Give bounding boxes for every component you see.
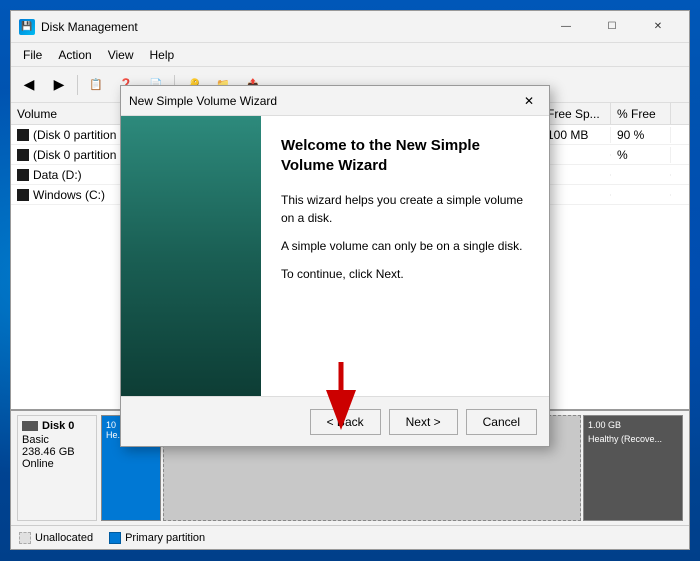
next-button[interactable]: Next > (389, 409, 458, 435)
wizard-text-3: To continue, click Next. (281, 265, 529, 283)
window-controls: — ☐ ✕ (543, 11, 681, 43)
legend-label-unallocated: Unallocated (35, 532, 93, 544)
cancel-button[interactable]: Cancel (466, 409, 537, 435)
minimize-button[interactable]: — (543, 11, 589, 43)
disk-status: Online (22, 458, 92, 470)
cell-freesp-0: 100 MB (541, 127, 611, 143)
wizard-body: Welcome to the New Simple Volume Wizard … (121, 116, 549, 396)
menu-action[interactable]: Action (50, 46, 99, 64)
cell-freesp-2 (541, 174, 611, 176)
disk-segment-recovery: 1.00 GB Healthy (Recove... (583, 415, 683, 521)
cell-pctfree-2 (611, 174, 671, 176)
maximize-button[interactable]: ☐ (589, 11, 635, 43)
cell-freesp-3 (541, 194, 611, 196)
legend-box-primary (109, 532, 121, 544)
disk-label: Disk 0 Basic 238.46 GB Online (17, 415, 97, 521)
toolbar-separator-1 (77, 75, 78, 95)
wizard-title-bar: New Simple Volume Wizard ✕ (121, 86, 549, 116)
disk-size: 238.46 GB (22, 446, 92, 458)
wizard-close-button[interactable]: ✕ (517, 91, 541, 111)
close-button[interactable]: ✕ (635, 11, 681, 43)
toolbar-btn-1[interactable]: 📋 (82, 71, 110, 99)
app-icon: 💾 (19, 19, 35, 35)
wizard-dialog: New Simple Volume Wizard ✕ Welcome to th… (120, 85, 550, 447)
wizard-sidebar (121, 116, 261, 396)
col-header-pctfree: % Free (611, 103, 671, 124)
legend-item-primary: Primary partition (109, 532, 205, 544)
wizard-text-2: A simple volume can only be on a single … (281, 237, 529, 255)
menu-file[interactable]: File (15, 46, 50, 64)
disk-indicator-0 (17, 129, 29, 141)
wizard-text-1: This wizard helps you create a simple vo… (281, 191, 529, 227)
wizard-content: Welcome to the New Simple Volume Wizard … (261, 116, 549, 396)
disk-indicator-3 (17, 189, 29, 201)
cell-freesp-1 (541, 154, 611, 156)
wizard-heading: Welcome to the New Simple Volume Wizard (281, 136, 529, 175)
legend: Unallocated Primary partition (11, 525, 689, 549)
cell-pctfree-0: 90 % (611, 127, 671, 143)
menu-help[interactable]: Help (142, 46, 183, 64)
menu-view[interactable]: View (100, 46, 142, 64)
disk-indicator-2 (17, 169, 29, 181)
cell-pctfree-1: % (611, 147, 671, 163)
window-title: Disk Management (41, 20, 543, 34)
disk-indicator-1 (17, 149, 29, 161)
col-header-freesp: Free Sp... (541, 103, 611, 124)
back-button[interactable]: ◀ (15, 71, 43, 99)
cell-pctfree-3 (611, 194, 671, 196)
legend-label-primary: Primary partition (125, 532, 205, 544)
disk-type: Basic (22, 434, 92, 446)
legend-box-unallocated (19, 532, 31, 544)
wizard-title-text: New Simple Volume Wizard (129, 94, 517, 108)
wizard-footer: < Back Next > Cancel (121, 396, 549, 446)
legend-item-unallocated: Unallocated (19, 532, 93, 544)
menu-bar: File Action View Help (11, 43, 689, 67)
title-bar: 💾 Disk Management — ☐ ✕ (11, 11, 689, 43)
forward-button[interactable]: ▶ (45, 71, 73, 99)
back-button[interactable]: < Back (310, 409, 381, 435)
